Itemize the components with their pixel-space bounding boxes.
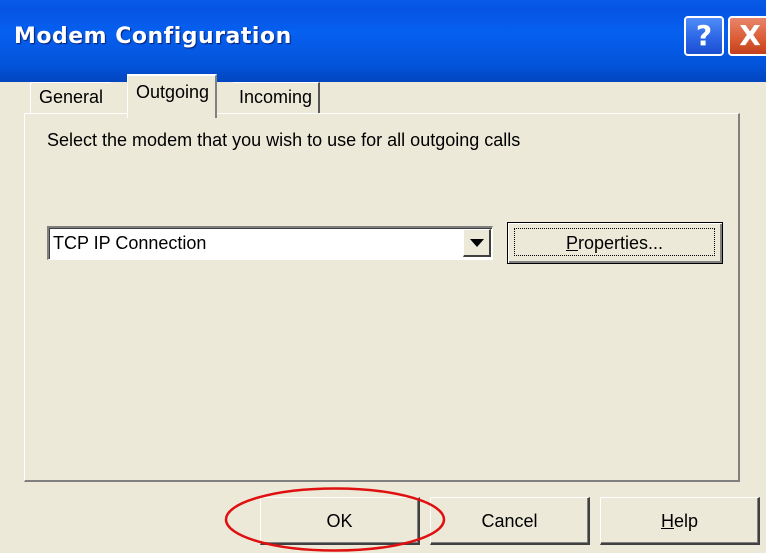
- focus-outline: Properties...: [514, 228, 715, 256]
- properties-label: roperties...: [577, 233, 664, 253]
- help-button[interactable]: Help: [600, 497, 760, 545]
- close-icon: X: [739, 19, 761, 52]
- instruction-text: Select the modem that you wish to use fo…: [47, 130, 521, 150]
- tab-general[interactable]: General: [30, 82, 112, 114]
- cancel-button[interactable]: Cancel: [430, 497, 590, 545]
- cancel-label: Cancel: [481, 511, 538, 531]
- properties-mnemonic: P: [565, 233, 578, 253]
- title-bar[interactable]: Modem Configuration ? X: [0, 0, 766, 82]
- help-label: elp: [673, 511, 699, 531]
- help-mnemonic: H: [660, 511, 674, 531]
- chevron-down-icon[interactable]: [463, 229, 491, 257]
- tab-outgoing[interactable]: Outgoing: [127, 74, 218, 118]
- tab-incoming[interactable]: Incoming: [233, 82, 321, 114]
- window-title: Modem Configuration: [14, 24, 292, 49]
- tab-incoming-label: Incoming: [239, 87, 313, 107]
- tab-outgoing-label: Outgoing: [136, 82, 210, 102]
- annotation-ellipse: [224, 487, 446, 552]
- modem-select[interactable]: TCP IP Connection: [47, 226, 493, 260]
- close-button[interactable]: X: [728, 16, 766, 56]
- tab-general-label: General: [39, 87, 104, 107]
- help-title-button[interactable]: ?: [684, 16, 724, 56]
- modem-configuration-dialog: Modem Configuration ? X General Outgoing…: [0, 0, 766, 553]
- modem-select-value: TCP IP Connection: [53, 233, 207, 253]
- help-icon: ?: [695, 19, 713, 52]
- outgoing-tab-panel: Select the modem that you wish to use fo…: [24, 113, 740, 482]
- annotation-ellipse-shape: [224, 487, 446, 552]
- properties-button[interactable]: Properties...: [507, 222, 723, 264]
